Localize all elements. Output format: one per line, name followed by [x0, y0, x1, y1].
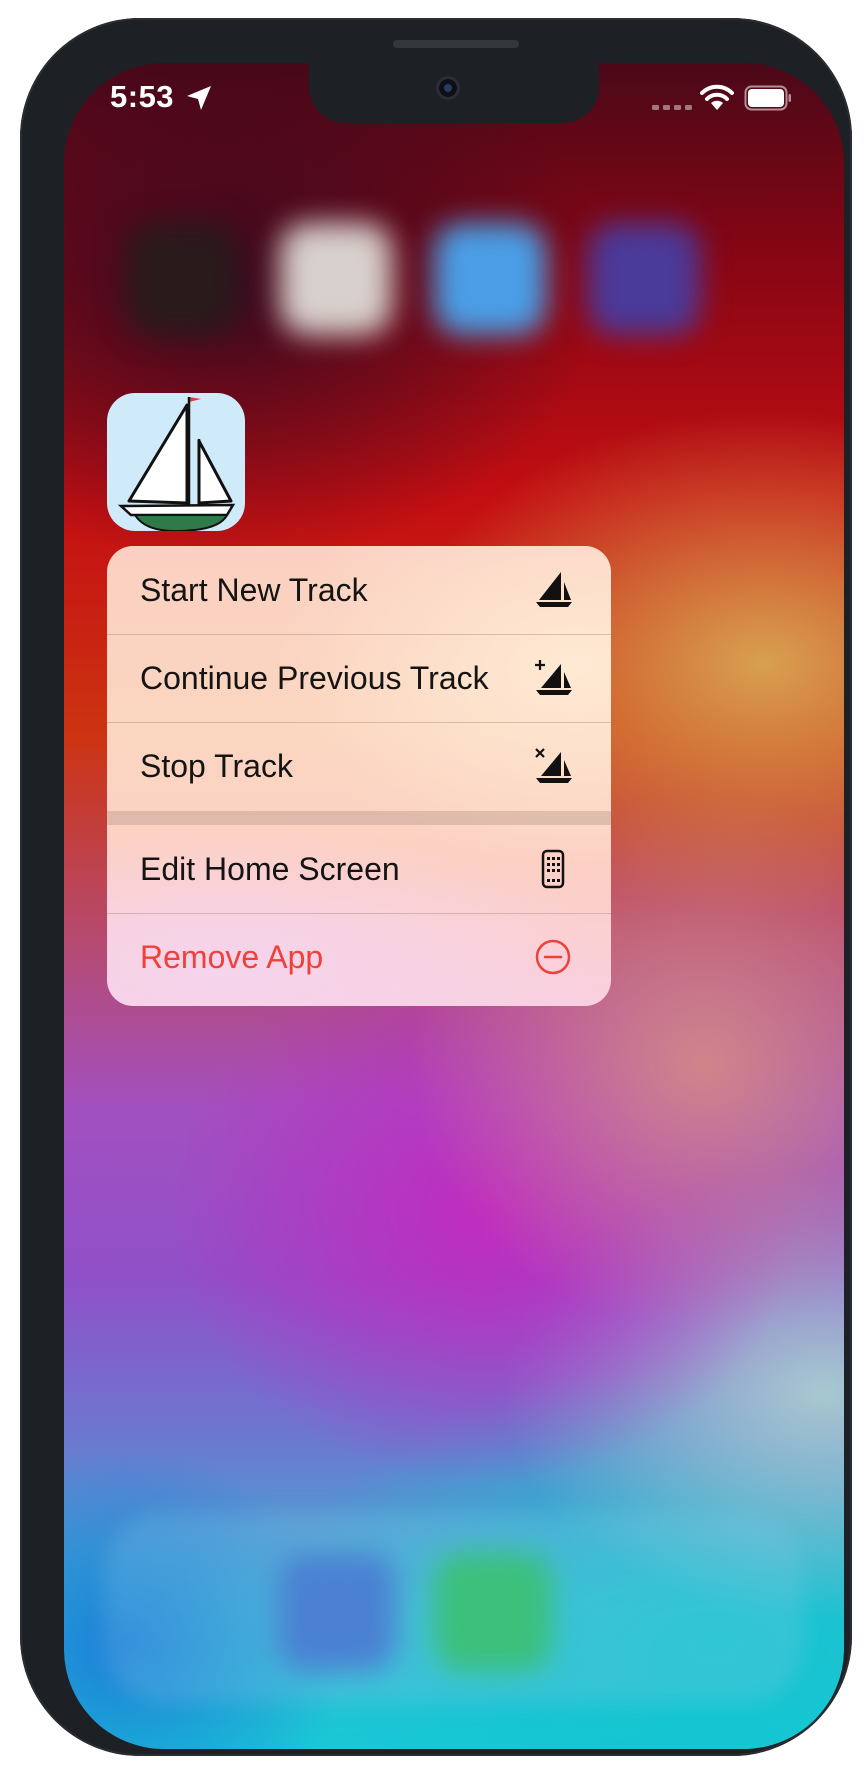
phone-frame: 5:53 Start New Track Continue Previous T…: [20, 18, 852, 1756]
menu-item-start-new-track[interactable]: Start New Track: [107, 546, 611, 634]
menu-item-stop-track[interactable]: Stop Track: [107, 722, 611, 810]
location-arrow-icon: [187, 86, 211, 110]
blurred-dock-icon: [278, 1553, 396, 1671]
menu-item-label: Remove App: [140, 938, 324, 975]
menu-item-label: Start New Track: [140, 571, 368, 608]
blurred-app-icon: [280, 223, 392, 335]
menu-item-label: Continue Previous Track: [140, 659, 489, 696]
phone-top-speaker: [393, 40, 519, 48]
sailboat-app-icon[interactable]: [107, 393, 245, 531]
menu-item-continue-previous-track[interactable]: Continue Previous Track: [107, 634, 611, 722]
cellular-signal-icon: [652, 105, 692, 110]
menu-item-remove-app[interactable]: Remove App: [107, 913, 611, 1001]
home-screen: 5:53 Start New Track Continue Previous T…: [64, 63, 844, 1749]
sailboat-app-icon-graphic: [117, 397, 236, 531]
menu-item-label: Edit Home Screen: [140, 850, 400, 887]
sailboat-plus-icon: [535, 660, 572, 695]
blurred-app-icon: [434, 223, 546, 335]
front-camera: [436, 76, 460, 100]
app-context-menu: Start New Track Continue Previous Track: [107, 546, 611, 1006]
sailboat-x-icon: [535, 748, 572, 783]
menu-section-separator: [107, 811, 611, 825]
blurred-dock-icon: [434, 1553, 552, 1671]
menu-item-label: Stop Track: [140, 747, 293, 784]
sailboat-icon: [536, 572, 572, 607]
status-time: 5:53: [110, 79, 175, 114]
wifi-icon: [700, 84, 734, 110]
blurred-app-icon: [588, 223, 700, 335]
blurred-app-icon: [126, 223, 238, 335]
menu-item-edit-home-screen[interactable]: Edit Home Screen: [107, 825, 611, 913]
phone-apps-icon: [541, 849, 565, 889]
notch: [309, 63, 599, 123]
minus-circle-icon: [535, 939, 571, 975]
battery-full-icon: [744, 85, 791, 111]
